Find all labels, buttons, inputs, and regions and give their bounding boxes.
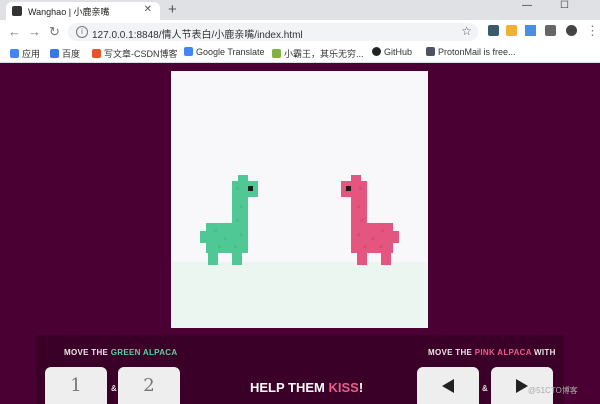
- profile-avatar[interactable]: [566, 25, 577, 36]
- address-bar[interactable]: i 127.0.0.1:8848/情人节表白/小鹿亲嘴/index.html ☆: [68, 23, 478, 41]
- folder-extension-icon[interactable]: [506, 25, 517, 36]
- bookmark-star-icon[interactable]: ☆: [461, 24, 472, 38]
- tab-bar: Wanghao | 小鹿亲嘴 ✕ + — ☐: [0, 0, 600, 20]
- maximize-icon[interactable]: ☐: [560, 0, 569, 11]
- google-translate-icon: [184, 47, 193, 56]
- pink-alpaca: [341, 175, 399, 265]
- bookmark-google-translate[interactable]: Google Translate: [184, 47, 265, 57]
- key-1-button[interactable]: 1: [45, 367, 107, 404]
- key-ampersand-right: &: [482, 384, 488, 393]
- pink-alpaca-eye: [346, 186, 351, 191]
- back-icon[interactable]: ←: [8, 24, 21, 39]
- puzzle-extensions-icon[interactable]: [545, 25, 556, 36]
- minimize-icon[interactable]: —: [522, 0, 532, 11]
- forward-icon[interactable]: →: [28, 24, 41, 39]
- bookmark-baidu[interactable]: 百度: [50, 47, 80, 60]
- menu-icon[interactable]: ⋮: [586, 23, 599, 39]
- url-text: 127.0.0.1:8848/情人节表白/小鹿亲嘴/index.html: [92, 30, 303, 41]
- tab-title: Wanghao | 小鹿亲嘴: [28, 7, 110, 17]
- bookmark-github[interactable]: GitHub: [372, 47, 412, 57]
- ground: [171, 262, 428, 328]
- right-arrow-icon: [516, 379, 528, 393]
- controls-panel: MOVE THE GREEN ALPACA 1 & 2 HELP THEM KI…: [36, 335, 564, 404]
- extension-icon[interactable]: [488, 25, 499, 36]
- close-tab-icon[interactable]: ✕: [144, 4, 152, 15]
- bookmark-protonmail[interactable]: ProtonMail is free...: [426, 47, 516, 57]
- bookmark-apps[interactable]: 应用: [10, 47, 40, 60]
- apps-grid-icon: [10, 49, 19, 58]
- browser-tab[interactable]: Wanghao | 小鹿亲嘴 ✕: [6, 2, 160, 20]
- pink-instruction: MOVE THE PINK ALPACA WITH: [428, 348, 556, 357]
- browser-toolbar: ← → ↻ i 127.0.0.1:8848/情人节表白/小鹿亲嘴/index.…: [0, 20, 600, 44]
- bookmark-csdn[interactable]: 写文章-CSDN博客: [92, 47, 178, 60]
- kiss-word: KISS: [328, 380, 359, 395]
- left-arrow-icon: [442, 379, 454, 393]
- green-alpaca-eye: [248, 186, 253, 191]
- watermark: @51CTO博客: [528, 386, 578, 395]
- site-info-icon[interactable]: i: [76, 26, 88, 38]
- key-2-button[interactable]: 2: [118, 367, 180, 404]
- game-stage: [171, 71, 428, 328]
- green-alpaca: [200, 175, 258, 265]
- protonmail-icon: [426, 47, 435, 56]
- csdn-icon: [92, 49, 101, 58]
- green-alpaca-name: GREEN ALPACA: [110, 348, 178, 357]
- new-tab-icon[interactable]: +: [168, 1, 177, 18]
- bookmark-xiaobawang[interactable]: 小霸王，其乐无穷...: [272, 47, 364, 60]
- github-icon: [372, 47, 381, 56]
- key-ampersand-left: &: [111, 384, 117, 393]
- bookmarks-bar: 应用 百度 写文章-CSDN博客 Google Translate 小霸王，其乐…: [0, 44, 600, 63]
- green-instruction: MOVE THE GREEN ALPACA: [64, 348, 178, 357]
- play-extension-icon[interactable]: [525, 25, 536, 36]
- reload-icon[interactable]: ↻: [49, 24, 60, 40]
- xiaobawang-icon: [272, 49, 281, 58]
- pink-alpaca-name: PINK ALPACA: [474, 348, 532, 357]
- baidu-icon: [50, 49, 59, 58]
- site-favicon-icon: [12, 6, 22, 16]
- help-text: HELP THEM KISS!: [250, 380, 364, 395]
- left-arrow-key-button[interactable]: [417, 367, 479, 404]
